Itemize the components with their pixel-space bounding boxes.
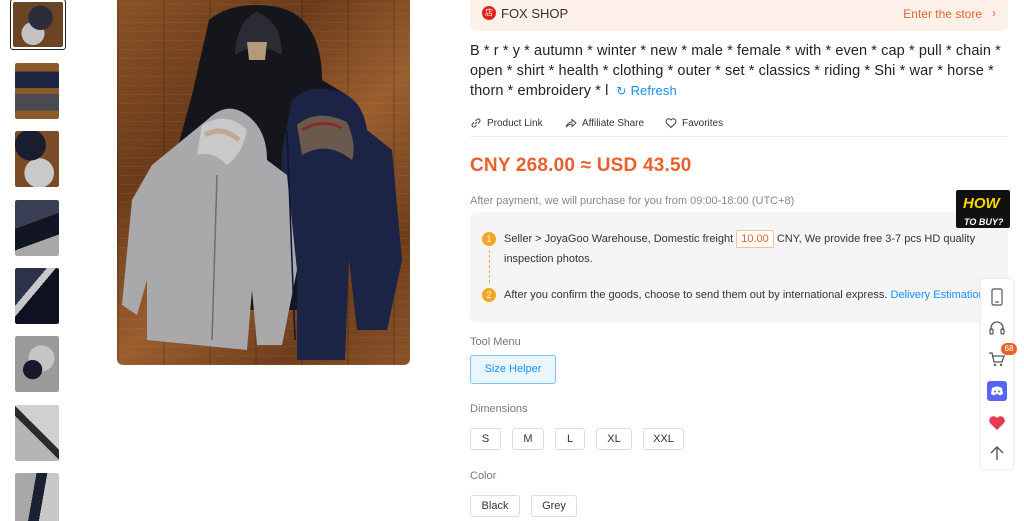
phone-icon[interactable]	[981, 283, 1013, 311]
step-1-prefix: Seller > JoyaGoo Warehouse, Domestic fre…	[504, 233, 734, 245]
floating-toolbar: 68	[980, 278, 1017, 470]
thumbnail-4[interactable]	[15, 200, 59, 256]
size-option-s[interactable]: S	[470, 428, 501, 450]
refresh-icon[interactable]: ↻	[616, 84, 626, 98]
thumbnail-6[interactable]	[15, 336, 59, 392]
headset-icon[interactable]	[981, 314, 1013, 342]
step-2-badge: 2	[482, 288, 496, 302]
step-2-label: After you confirm the goods, choose to s…	[504, 289, 888, 301]
discord-icon[interactable]	[981, 377, 1013, 405]
step-1-badge: 1	[482, 232, 496, 246]
enter-store-link[interactable]: Enter the store	[903, 7, 982, 21]
size-option-xl[interactable]: XL	[596, 428, 632, 450]
freight-value: 10.00	[736, 230, 774, 248]
size-option-xxl[interactable]: XXL	[643, 428, 684, 450]
product-actions: Product Link Affiliate Share Favorites	[470, 117, 1008, 137]
chevron-right-icon: ›	[992, 6, 996, 20]
thumbnail-8[interactable]	[15, 473, 59, 521]
thumbnail-2[interactable]	[15, 63, 59, 119]
purchase-note: After payment, we will purchase for you …	[470, 195, 795, 207]
purchase-steps: 1 Seller > JoyaGoo Warehouse, Domestic f…	[470, 212, 1008, 322]
size-option-l[interactable]: L	[555, 428, 585, 450]
cart-count-badge: 68	[1001, 343, 1017, 355]
product-link-label: Product Link	[487, 117, 543, 129]
color-label: Color	[470, 470, 497, 482]
shop-banner[interactable]: 店 FOX SHOP Enter the store ›	[470, 0, 1008, 31]
heart-icon[interactable]	[981, 409, 1013, 437]
how-to-buy-line1: HOW	[963, 195, 1000, 212]
product-page: 店 FOX SHOP Enter the store › B * r * y *…	[0, 0, 1024, 521]
step-1-text: Seller > JoyaGoo Warehouse, Domestic fre…	[504, 229, 998, 269]
size-helper-button[interactable]: Size Helper	[470, 355, 556, 384]
share-icon	[565, 118, 577, 128]
affiliate-share-button[interactable]: Affiliate Share	[565, 117, 644, 129]
product-link-button[interactable]: Product Link	[470, 117, 543, 129]
shop-logo-icon: 店	[482, 6, 496, 20]
tool-menu-label: Tool Menu	[470, 336, 521, 348]
product-title: B * r * y * autumn * winter * new * male…	[470, 42, 1002, 102]
product-price: CNY 268.00 ≈ USD 43.50	[470, 155, 692, 176]
thumbnail-3[interactable]	[15, 131, 59, 187]
delivery-estimation-link[interactable]: Delivery Estimation >	[890, 289, 994, 301]
how-to-buy-badge[interactable]: HOW TO BUY?	[956, 190, 1010, 228]
affiliate-share-label: Affiliate Share	[582, 117, 645, 129]
heart-outline-icon	[665, 118, 677, 129]
favorites-label: Favorites	[682, 117, 724, 129]
favorites-button[interactable]: Favorites	[665, 117, 723, 129]
color-option-black[interactable]: Black	[470, 495, 520, 517]
how-to-buy-line2: TO BUY?	[964, 217, 1004, 227]
divider	[470, 136, 1008, 137]
step-connector	[489, 250, 490, 283]
hoodies-illustration	[122, 5, 402, 360]
color-option-grey[interactable]: Grey	[531, 495, 577, 517]
thumbnail-1[interactable]	[10, 0, 66, 50]
product-title-text: B * r * y * autumn * winter * new * male…	[470, 43, 1001, 99]
size-option-m[interactable]: M	[512, 428, 544, 450]
main-product-image[interactable]	[117, 0, 410, 365]
refresh-link[interactable]: Refresh	[631, 83, 677, 98]
back-to-top-icon[interactable]	[981, 439, 1013, 467]
dimensions-label: Dimensions	[470, 403, 528, 415]
link-icon	[471, 118, 481, 128]
thumbnail-7[interactable]	[15, 405, 59, 461]
thumbnail-5[interactable]	[15, 268, 59, 324]
shop-name: FOX SHOP	[501, 6, 569, 21]
step-2-text: After you confirm the goods, choose to s…	[504, 285, 998, 305]
